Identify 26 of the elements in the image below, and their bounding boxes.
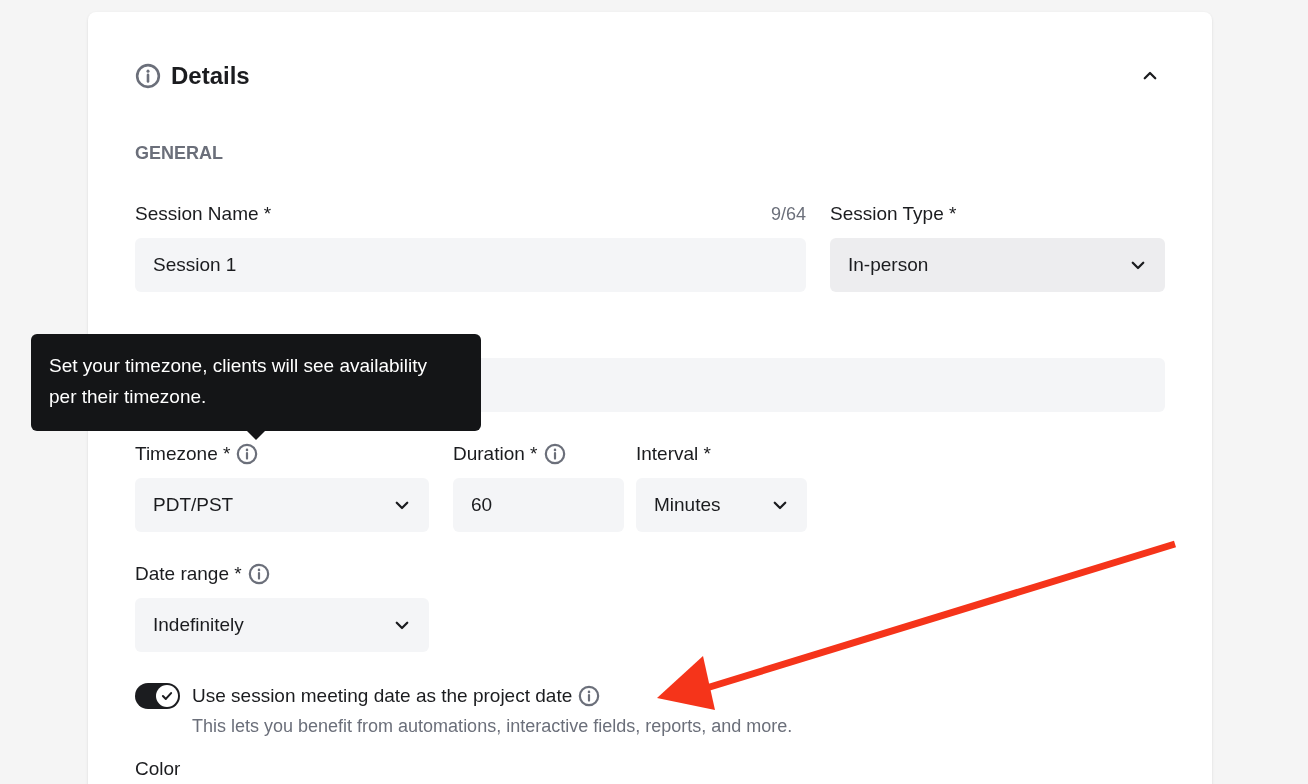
section-title: Details [171,61,250,91]
info-icon[interactable] [543,443,566,465]
field-label: Duration * [453,441,538,466]
input-field[interactable]: 60 [453,478,624,532]
info-icon[interactable] [135,63,161,89]
field-label: Session Name * [135,201,272,226]
select-field[interactable]: PDT/PST [135,478,429,532]
info-icon[interactable] [578,685,601,708]
check-icon [160,689,174,703]
field-label: Date range * [135,561,242,586]
info-icon[interactable] [247,563,270,585]
character-counter: 9/64 [770,202,806,226]
field-label: Color [135,757,182,780]
toggle-description: This lets you benefit from automations, interactive fields, reports, and more. [192,714,793,738]
select-field[interactable]: In-person [830,238,1165,292]
field-label: Timezone * [135,441,231,466]
info-icon[interactable] [236,443,259,465]
input-field[interactable]: Session 1 [135,238,806,292]
toggle-switch[interactable] [135,683,180,709]
toggle-label: Use session meeting date as the project date [192,684,573,708]
tooltip-text: Set your timezone, clients will see availability per their timezone. [49,354,429,409]
group-heading: GENERAL [135,142,224,164]
field-label: Session Type * [830,201,957,226]
field-label: Interval * [636,441,711,466]
select-field[interactable]: Indefinitely [135,598,429,652]
select-field[interactable]: Minutes [636,478,807,532]
